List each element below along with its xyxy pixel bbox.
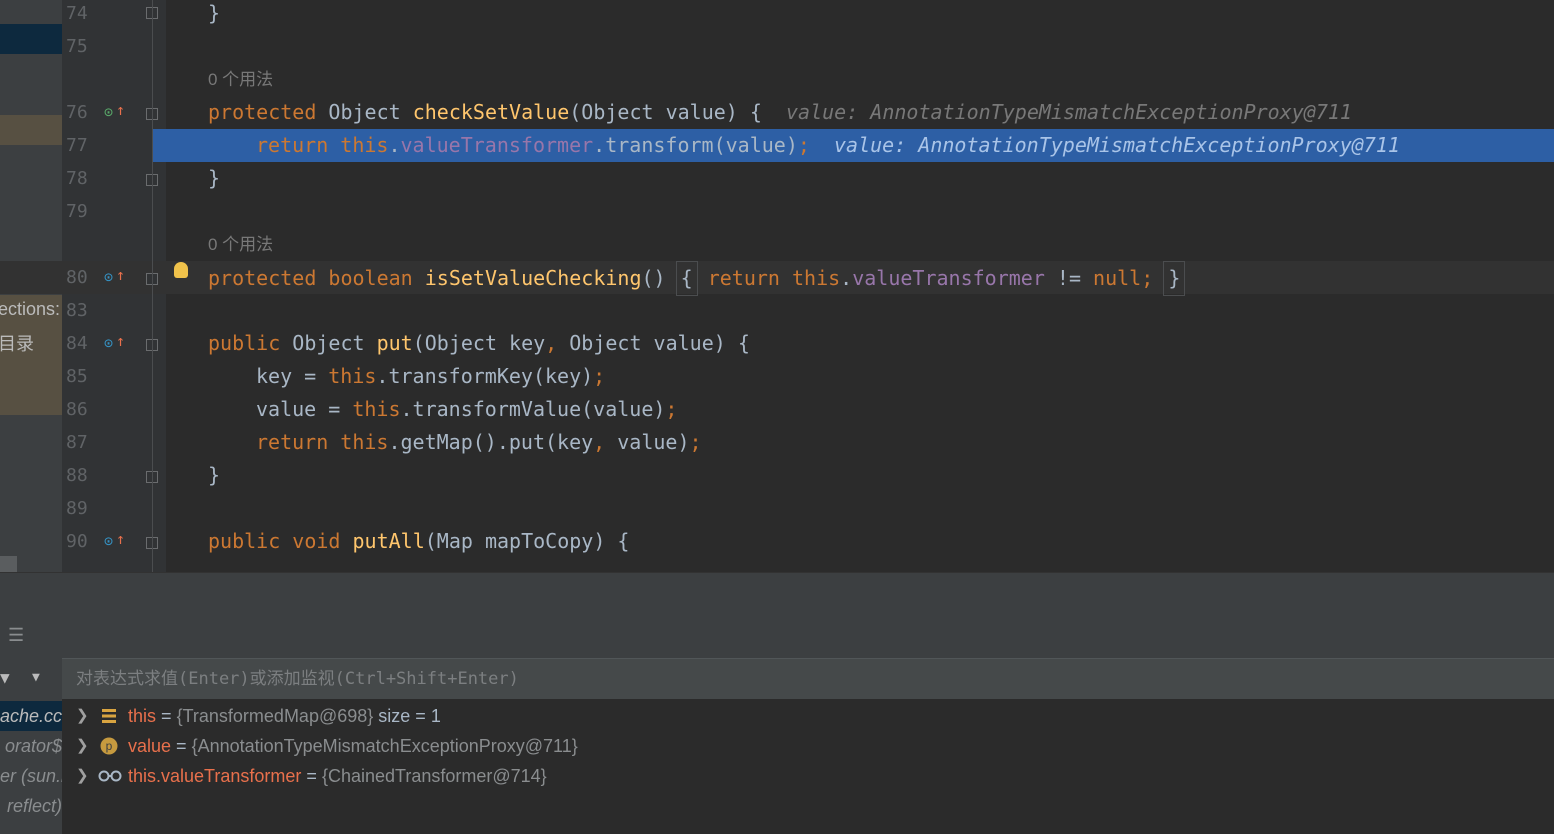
implements-method-icon[interactable]: ⊙ xyxy=(104,261,113,294)
code-text: protected boolean isSetValueChecking() {… xyxy=(208,261,1186,296)
line-number: 88 xyxy=(66,465,88,486)
override-arrow-icon[interactable]: ↑ xyxy=(116,325,125,358)
line-number: 74 xyxy=(66,3,88,24)
lightbulb-icon[interactable] xyxy=(174,262,188,278)
frame-item[interactable]: er (sun.r xyxy=(0,761,62,791)
code-text: } xyxy=(208,1,221,25)
line-number: 85 xyxy=(66,366,88,387)
layout-settings-icon[interactable]: ☰ xyxy=(8,625,24,646)
usages-hint[interactable]: 0 个用法 xyxy=(208,228,273,261)
code-line[interactable]: 88 } xyxy=(0,459,1554,492)
code-line[interactable]: 85 key = this.transformKey(key); xyxy=(0,360,1554,393)
code-line[interactable]: 90 ⊙ ↑ public void putAll(Map mapToCopy)… xyxy=(0,525,1554,558)
line-number: 87 xyxy=(66,432,88,453)
variable-equals: = xyxy=(176,736,187,756)
code-line[interactable]: 80 ⊙ ↑ protected boolean isSetValueCheck… xyxy=(0,259,1554,296)
code-line[interactable]: 79 xyxy=(0,195,1554,228)
usages-hint-row: 0 个用法 xyxy=(0,63,1554,96)
line-number: 77 xyxy=(66,135,88,156)
evaluate-expression-placeholder: 对表达式求值(Enter)或添加监视(Ctrl+Shift+Enter) xyxy=(76,669,519,689)
code-line[interactable]: 76 ⊙ ↑ protected Object checkSetValue(Ob… xyxy=(0,96,1554,129)
usages-hint[interactable]: 0 个用法 xyxy=(208,63,273,96)
code-text: return this.getMap().put(key, value); xyxy=(256,430,702,454)
variable-name: this.valueTransformer xyxy=(128,766,302,786)
variable-row[interactable]: ❯ p value = {AnnotationTypeMismatchExcep… xyxy=(62,731,1554,761)
scrollbar-thumb[interactable] xyxy=(0,556,17,572)
usages-hint-row: 0 个用法 xyxy=(0,228,1554,261)
code-text: } xyxy=(208,166,221,190)
override-arrow-icon[interactable]: ↑ xyxy=(116,94,125,127)
frame-item[interactable]: orator$ xyxy=(0,731,62,761)
override-arrow-icon[interactable]: ↑ xyxy=(116,259,125,292)
parameter-icon: p xyxy=(100,737,118,755)
variable-value: {ChainedTransformer@714} xyxy=(321,766,547,786)
variable-equals: = xyxy=(306,766,317,786)
gutter-separator xyxy=(152,0,153,572)
inline-debug-value: value: AnnotationTypeMismatchExceptionPr… xyxy=(834,133,1400,157)
code-line[interactable]: 74 } xyxy=(0,0,1554,30)
filter-icon[interactable]: ▼ xyxy=(0,668,10,687)
code-line[interactable]: 78 } xyxy=(0,162,1554,195)
code-line[interactable]: 75 xyxy=(0,30,1554,63)
debugger-toolbar-area: ☰ xyxy=(0,572,1554,659)
watch-glasses-icon xyxy=(98,770,122,782)
implements-method-icon[interactable]: ⊙ xyxy=(104,96,113,129)
variable-row[interactable]: ❯ this = {TransformedMap@698} size = 1 xyxy=(62,701,1554,731)
line-number: 80 xyxy=(66,267,88,288)
code-text: public Object put(Object key, Object val… xyxy=(208,331,750,355)
code-line[interactable]: 89 xyxy=(0,492,1554,525)
line-number: 89 xyxy=(66,498,88,519)
code-line[interactable]: 87 return this.getMap().put(key, value); xyxy=(0,426,1554,459)
code-line[interactable]: 86 value = this.transformValue(value); xyxy=(0,393,1554,426)
line-number: 75 xyxy=(66,36,88,57)
code-text: } xyxy=(208,463,221,487)
evaluate-expression-input[interactable]: 对表达式求值(Enter)或添加监视(Ctrl+Shift+Enter) xyxy=(62,658,1554,700)
code-text: public void putAll(Map mapToCopy) { xyxy=(208,529,630,553)
code-text: key = this.transformKey(key); xyxy=(256,364,606,388)
expand-chevron-icon[interactable]: ❯ xyxy=(76,761,89,791)
line-number: 90 xyxy=(66,531,88,552)
code-line[interactable]: 84 ⊙ ↑ public Object put(Object key, Obj… xyxy=(0,327,1554,360)
implements-method-icon[interactable]: ⊙ xyxy=(104,327,113,360)
frames-list: ▼ ▼ ache.cc orator$ er (sun.r reflect) xyxy=(0,658,63,834)
code-text: return this.valueTransformer.transform(v… xyxy=(256,133,1400,157)
field-list-icon xyxy=(102,709,116,723)
variable-value: {AnnotationTypeMismatchExceptionProxy@71… xyxy=(191,736,578,756)
variable-equals: = xyxy=(161,706,172,726)
frame-item[interactable]: reflect) xyxy=(0,791,62,821)
variable-size: size = 1 xyxy=(378,706,441,726)
line-number: 86 xyxy=(66,399,88,420)
variable-name: value xyxy=(128,736,172,756)
code-line[interactable]: 83 xyxy=(0,294,1554,327)
expand-chevron-icon[interactable]: ❯ xyxy=(76,701,89,731)
variable-row[interactable]: ❯ this.valueTransformer = {ChainedTransf… xyxy=(62,761,1554,791)
override-arrow-icon[interactable]: ↑ xyxy=(116,523,125,556)
line-number: 78 xyxy=(66,168,88,189)
code-line-current[interactable]: 77 return this.valueTransformer.transfor… xyxy=(0,129,1554,162)
line-number: 76 xyxy=(66,102,88,123)
implements-method-icon[interactable]: ⊙ xyxy=(104,525,113,558)
inline-debug-value: value: AnnotationTypeMismatchExceptionPr… xyxy=(786,100,1352,124)
variables-tree: ❯ this = {TransformedMap@698} size = 1 ❯… xyxy=(62,699,1554,834)
variable-name: this xyxy=(128,706,157,726)
svg-text:p: p xyxy=(106,739,113,753)
line-number: 84 xyxy=(66,333,88,354)
code-text: protected Object checkSetValue(Object va… xyxy=(208,100,1352,124)
frame-item[interactable]: ache.cc xyxy=(0,701,62,731)
variable-value: {TransformedMap@698} xyxy=(176,706,374,726)
code-text: value = this.transformValue(value); xyxy=(256,397,678,421)
line-number: 83 xyxy=(66,300,88,321)
line-number: 79 xyxy=(66,201,88,222)
expand-chevron-icon[interactable]: ❯ xyxy=(76,731,89,761)
dropdown-chevron-icon[interactable]: ▼ xyxy=(32,670,40,685)
